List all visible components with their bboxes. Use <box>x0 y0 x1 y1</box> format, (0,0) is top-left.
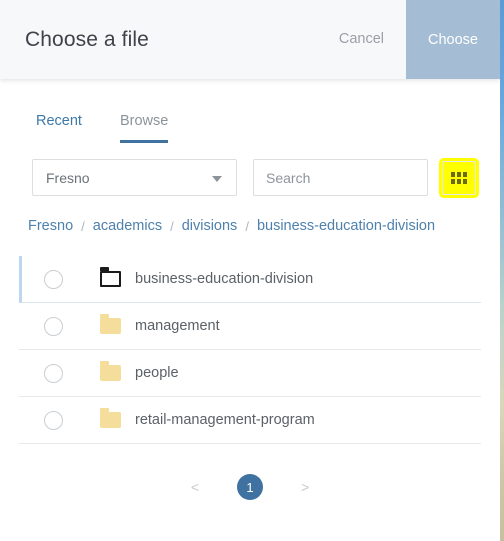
breadcrumb-separator: / <box>81 218 85 234</box>
pagination-prev-button[interactable]: < <box>191 479 199 495</box>
file-row[interactable]: retail-management-program <box>19 397 481 444</box>
file-row-parent-folder[interactable]: business-education-division <box>19 256 481 303</box>
file-select-radio[interactable] <box>44 269 63 289</box>
site-select[interactable]: Fresno <box>32 159 237 196</box>
site-select-value: Fresno <box>46 169 90 186</box>
breadcrumb-item-2[interactable]: divisions <box>182 218 238 234</box>
cancel-button[interactable]: Cancel <box>317 0 406 79</box>
folder-open-outline-icon <box>100 267 121 287</box>
dialog-body: Recent Browse Fresno Fresno / academics … <box>0 79 500 541</box>
grid-view-toggle-button[interactable] <box>442 160 476 195</box>
grid-view-icon <box>451 171 467 184</box>
file-list: business-education-division management p… <box>19 256 481 444</box>
dialog-header: Choose a file Cancel Choose <box>0 0 500 79</box>
file-select-radio[interactable] <box>44 363 63 383</box>
pagination-page-1[interactable]: 1 <box>237 474 263 500</box>
search-input[interactable] <box>254 168 427 187</box>
page-edge-gradient-strip <box>500 0 504 541</box>
file-row[interactable]: management <box>19 303 481 350</box>
tab-bar: Recent Browse <box>0 79 500 143</box>
file-row[interactable]: people <box>19 350 481 397</box>
file-name: retail-management-program <box>135 412 315 428</box>
tab-recent[interactable]: Recent <box>36 113 82 143</box>
file-name: business-education-division <box>135 271 314 287</box>
chevron-down-icon <box>212 176 222 182</box>
file-name: people <box>135 365 179 381</box>
file-name: management <box>135 318 220 334</box>
file-select-radio[interactable] <box>44 316 63 336</box>
pagination-next-button[interactable]: > <box>301 479 309 495</box>
folder-icon <box>100 408 121 428</box>
breadcrumb-separator: / <box>245 218 249 234</box>
folder-icon <box>100 314 121 334</box>
file-select-radio[interactable] <box>44 410 63 430</box>
breadcrumb-item-3[interactable]: business-education-division <box>257 218 435 234</box>
breadcrumb-item-0[interactable]: Fresno <box>28 218 73 234</box>
search-box[interactable] <box>253 159 428 196</box>
dialog-title: Choose a file <box>25 27 149 51</box>
pagination: < 1 > <box>0 474 500 500</box>
tab-browse[interactable]: Browse <box>119 113 169 143</box>
folder-icon <box>100 361 121 381</box>
breadcrumb-item-1[interactable]: academics <box>93 218 162 234</box>
choose-button[interactable]: Choose <box>406 0 500 79</box>
breadcrumb-separator: / <box>170 218 174 234</box>
filter-toolbar: Fresno <box>0 143 500 196</box>
breadcrumb: Fresno / academics / divisions / busines… <box>0 196 500 234</box>
